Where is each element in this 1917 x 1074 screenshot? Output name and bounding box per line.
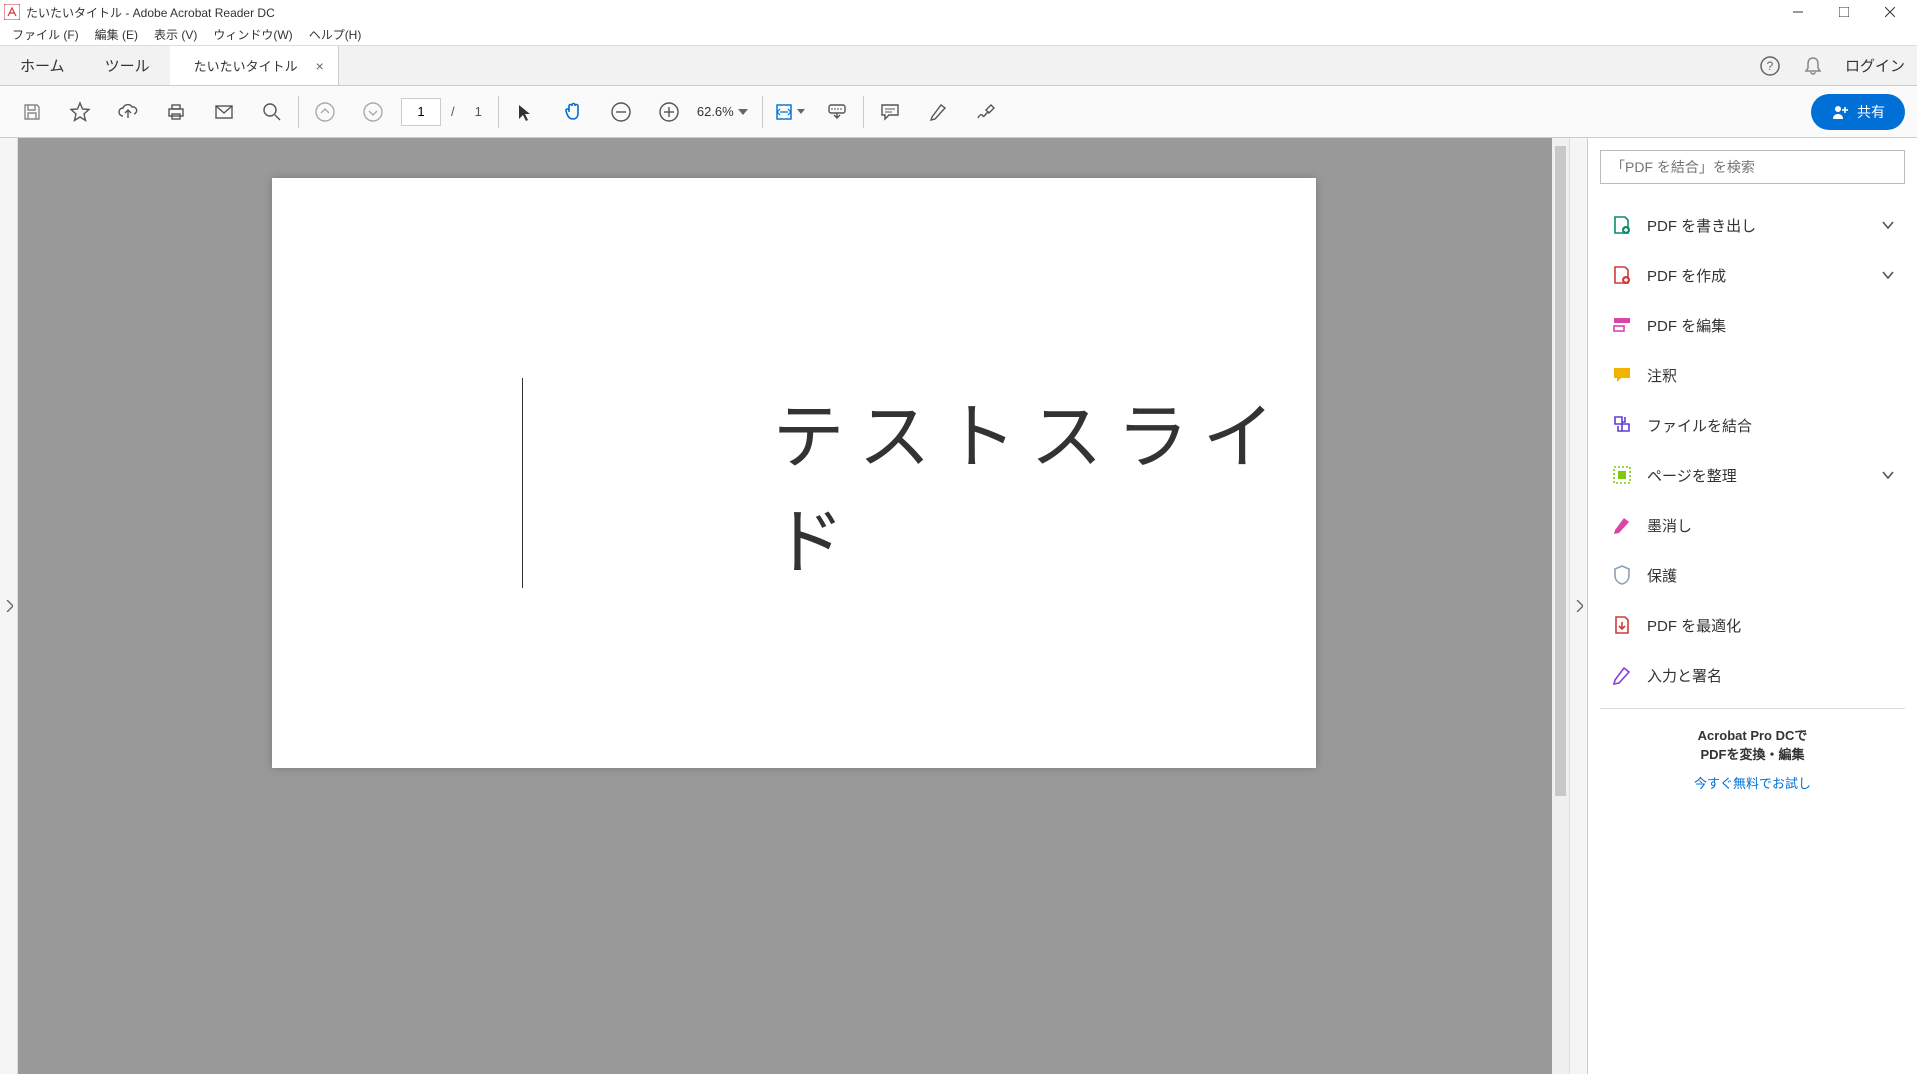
document-canvas[interactable]: テストスライド [18, 138, 1569, 1074]
title-bar: たいたいタイトル - Adobe Acrobat Reader DC [0, 0, 1917, 24]
page-separator: / [441, 104, 465, 119]
promo-box: Acrobat Pro DCで PDFを変換・編集 今すぐ無料でお試し [1600, 708, 1905, 792]
cursor-icon[interactable] [505, 92, 545, 132]
login-link[interactable]: ログイン [1845, 55, 1905, 76]
tool-label: 入力と署名 [1647, 665, 1894, 686]
chevron-right-icon [1575, 600, 1583, 612]
app-icon [4, 4, 20, 20]
panel-tool-3[interactable]: 注釈 [1600, 350, 1905, 400]
tab-close-icon[interactable]: × [316, 58, 324, 74]
tool-icon [1611, 464, 1633, 486]
tool-label: ファイルを結合 [1647, 415, 1894, 436]
panel-tool-4[interactable]: ファイルを結合 [1600, 400, 1905, 450]
right-panel-toggle[interactable] [1569, 138, 1587, 1074]
highlight-icon[interactable] [918, 92, 958, 132]
page-total: 1 [465, 104, 492, 119]
menu-bar: ファイル (F) 編集 (E) 表示 (V) ウィンドウ(W) ヘルプ(H) [0, 24, 1917, 46]
tool-icon [1611, 314, 1633, 336]
tab-document-label: たいたいタイトル [194, 56, 298, 75]
left-panel-toggle[interactable] [0, 138, 18, 1074]
main-area: テストスライド PDF を書き出し PDF を作成 PDF を編集注釈ファイルを結合… [0, 138, 1917, 1074]
page-number-input[interactable] [401, 98, 441, 126]
save-icon[interactable] [12, 92, 52, 132]
tab-row: ホーム ツール たいたいタイトル × ? ログイン [0, 46, 1917, 86]
tool-icon [1611, 564, 1633, 586]
mail-icon[interactable] [204, 92, 244, 132]
comment-icon[interactable] [870, 92, 910, 132]
panel-tool-7[interactable]: 保護 [1600, 550, 1905, 600]
tool-label: PDF を最適化 [1647, 615, 1894, 636]
tool-label: 墨消し [1647, 515, 1894, 536]
panel-tool-5[interactable]: ページを整理 [1600, 450, 1905, 500]
tab-home[interactable]: ホーム [0, 46, 85, 85]
chevron-down-icon [1882, 271, 1894, 279]
tool-icon [1611, 414, 1633, 436]
zoom-value: 62.6% [697, 104, 734, 119]
scrollbar-thumb[interactable] [1555, 146, 1566, 796]
tool-icon [1611, 614, 1633, 636]
menu-edit[interactable]: 編集 (E) [87, 24, 146, 45]
tool-label: PDF を編集 [1647, 315, 1894, 336]
tool-icon [1611, 214, 1633, 236]
help-icon[interactable]: ? [1759, 55, 1781, 77]
tool-icon [1611, 364, 1633, 386]
menu-file[interactable]: ファイル (F) [4, 24, 87, 45]
tab-tools[interactable]: ツール [85, 46, 170, 85]
zoom-out-icon[interactable] [601, 92, 641, 132]
print-icon[interactable] [156, 92, 196, 132]
person-plus-icon [1831, 103, 1849, 121]
right-panel: PDF を書き出し PDF を作成 PDF を編集注釈ファイルを結合ページを整理墨消… [1587, 138, 1917, 1074]
close-button[interactable] [1867, 0, 1913, 24]
tool-label: PDF を作成 [1647, 265, 1868, 286]
panel-tool-8[interactable]: PDF を最適化 [1600, 600, 1905, 650]
search-icon[interactable] [252, 92, 292, 132]
panel-tool-9[interactable]: 入力と署名 [1600, 650, 1905, 700]
chevron-down-icon [1882, 471, 1894, 479]
tool-label: 注釈 [1647, 365, 1894, 386]
read-mode-icon[interactable] [817, 92, 857, 132]
svg-text:?: ? [1767, 59, 1774, 73]
cloud-upload-icon[interactable] [108, 92, 148, 132]
tool-label: 保護 [1647, 565, 1894, 586]
promo-link[interactable]: 今すぐ無料でお試し [1600, 773, 1905, 792]
window-title: たいたいタイトル - Adobe Acrobat Reader DC [26, 4, 1775, 21]
sign-icon[interactable] [966, 92, 1006, 132]
tool-icon [1611, 514, 1633, 536]
promo-line1: Acrobat Pro DCで [1600, 725, 1905, 744]
minimize-button[interactable] [1775, 0, 1821, 24]
panel-tool-0[interactable]: PDF を書き出し [1600, 200, 1905, 250]
maximize-button[interactable] [1821, 0, 1867, 24]
tab-document[interactable]: たいたいタイトル × [170, 46, 339, 85]
page-down-icon[interactable] [353, 92, 393, 132]
chevron-right-icon [5, 600, 13, 612]
pdf-page: テストスライド [272, 178, 1316, 768]
menu-help[interactable]: ヘルプ(H) [301, 24, 370, 45]
document-area: テストスライド [18, 138, 1569, 1074]
share-button[interactable]: 共有 [1811, 94, 1905, 130]
tool-label: ページを整理 [1647, 465, 1868, 486]
menu-view[interactable]: 表示 (V) [146, 24, 205, 45]
star-icon[interactable] [60, 92, 100, 132]
tool-label: PDF を書き出し [1647, 215, 1868, 236]
panel-search-input[interactable] [1600, 150, 1905, 184]
vertical-scrollbar[interactable] [1552, 138, 1569, 1074]
menu-window[interactable]: ウィンドウ(W) [205, 24, 300, 45]
slide-title-text: テストスライド [522, 378, 1316, 588]
zoom-dropdown[interactable]: 62.6% [689, 104, 756, 119]
chevron-down-icon [738, 109, 748, 115]
fit-width-icon[interactable] [769, 92, 809, 132]
tool-icon [1611, 664, 1633, 686]
hand-icon[interactable] [553, 92, 593, 132]
share-label: 共有 [1857, 102, 1885, 122]
toolbar: / 1 62.6% 共有 [0, 86, 1917, 138]
panel-tool-2[interactable]: PDF を編集 [1600, 300, 1905, 350]
panel-tool-1[interactable]: PDF を作成 [1600, 250, 1905, 300]
panel-tool-6[interactable]: 墨消し [1600, 500, 1905, 550]
tool-icon [1611, 264, 1633, 286]
promo-line2: PDFを変換・編集 [1600, 744, 1905, 763]
chevron-down-icon [1882, 221, 1894, 229]
zoom-in-icon[interactable] [649, 92, 689, 132]
bell-icon[interactable] [1803, 56, 1823, 76]
page-up-icon[interactable] [305, 92, 345, 132]
